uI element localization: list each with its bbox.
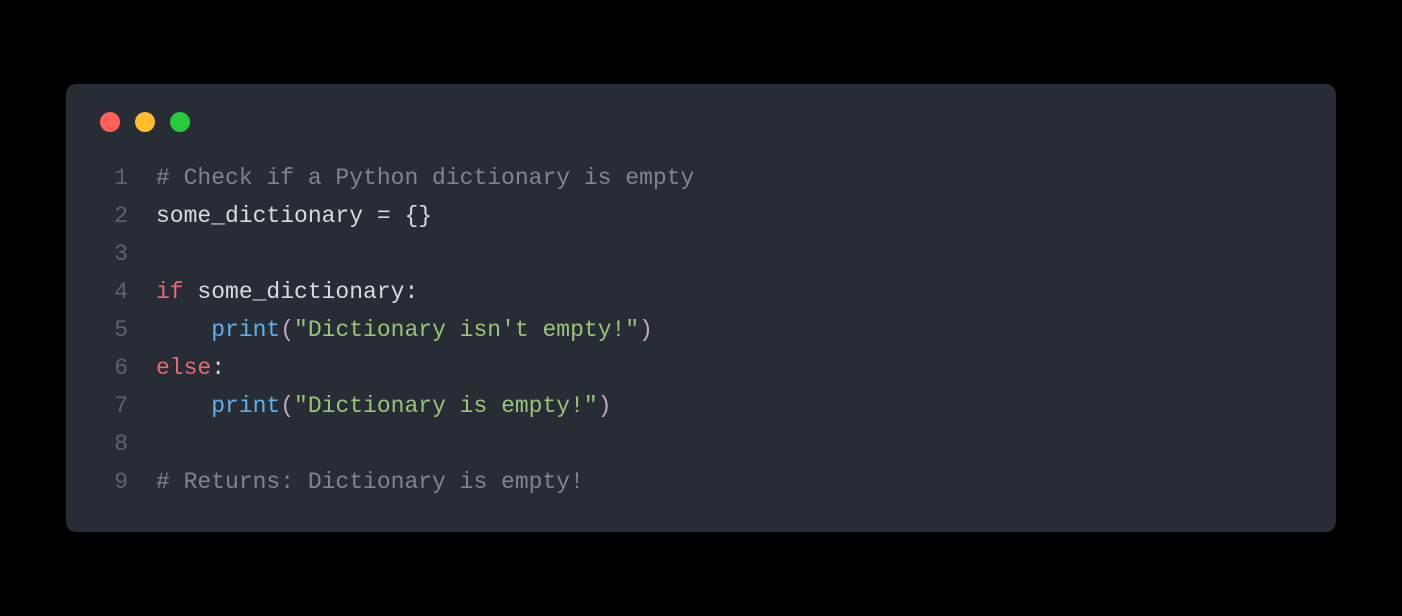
close-icon[interactable] xyxy=(100,112,120,132)
code-area[interactable]: 1 # Check if a Python dictionary is empty… xyxy=(96,160,1306,501)
window-controls xyxy=(96,112,1306,132)
code-token: if xyxy=(156,279,184,305)
line-content: if some_dictionary: xyxy=(156,274,418,312)
line-number: 4 xyxy=(96,274,128,312)
code-token: : xyxy=(211,355,225,381)
code-line: 6 else: xyxy=(96,350,1306,388)
code-token: else xyxy=(156,355,211,381)
line-content xyxy=(156,236,170,274)
code-token: print xyxy=(211,393,280,419)
line-content: print("Dictionary isn't empty!") xyxy=(156,312,653,350)
line-content: # Check if a Python dictionary is empty xyxy=(156,160,694,198)
code-line: 1 # Check if a Python dictionary is empty xyxy=(96,160,1306,198)
code-token: # Returns: Dictionary is empty! xyxy=(156,469,584,495)
code-line: 5 print("Dictionary isn't empty!") xyxy=(96,312,1306,350)
code-line: 7 print("Dictionary is empty!") xyxy=(96,388,1306,426)
code-editor-window: 1 # Check if a Python dictionary is empty… xyxy=(66,84,1336,531)
code-token: print xyxy=(211,317,280,343)
code-token: some_dictionary: xyxy=(184,279,419,305)
code-line: 2 some_dictionary = {} xyxy=(96,198,1306,236)
line-number: 1 xyxy=(96,160,128,198)
code-token: "Dictionary isn't empty!" xyxy=(294,317,639,343)
line-number: 9 xyxy=(96,464,128,502)
line-content: print("Dictionary is empty!") xyxy=(156,388,612,426)
maximize-icon[interactable] xyxy=(170,112,190,132)
line-number: 8 xyxy=(96,426,128,464)
code-token xyxy=(156,393,211,419)
line-number: 5 xyxy=(96,312,128,350)
code-line: 8 xyxy=(96,426,1306,464)
code-token: ) xyxy=(598,393,612,419)
code-token: ( xyxy=(280,393,294,419)
code-line: 4 if some_dictionary: xyxy=(96,274,1306,312)
code-token: {} xyxy=(391,203,432,229)
code-token: "Dictionary is empty!" xyxy=(294,393,598,419)
code-token: ) xyxy=(639,317,653,343)
minimize-icon[interactable] xyxy=(135,112,155,132)
code-token: = xyxy=(377,203,391,229)
line-number: 3 xyxy=(96,236,128,274)
line-number: 7 xyxy=(96,388,128,426)
code-token: some_dictionary xyxy=(156,203,377,229)
code-token: # Check if a Python dictionary is empty xyxy=(156,165,694,191)
line-content: else: xyxy=(156,350,225,388)
code-token: ( xyxy=(280,317,294,343)
line-content: # Returns: Dictionary is empty! xyxy=(156,464,584,502)
line-content: some_dictionary = {} xyxy=(156,198,432,236)
code-line: 3 xyxy=(96,236,1306,274)
line-number: 2 xyxy=(96,198,128,236)
code-token xyxy=(156,317,211,343)
code-line: 9 # Returns: Dictionary is empty! xyxy=(96,464,1306,502)
line-number: 6 xyxy=(96,350,128,388)
line-content xyxy=(156,426,170,464)
